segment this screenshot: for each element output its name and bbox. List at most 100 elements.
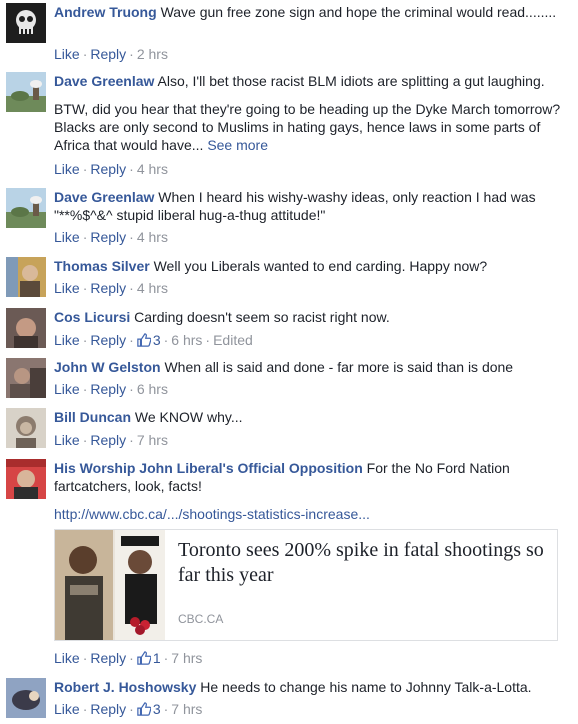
reply-link[interactable]: Reply — [90, 229, 126, 245]
separator: · — [82, 229, 88, 245]
comment-timestamp[interactable]: 7 hrs — [171, 650, 202, 666]
separator: · — [82, 161, 88, 177]
avatar[interactable] — [6, 459, 46, 499]
separator: · — [129, 332, 134, 348]
avatar[interactable] — [6, 257, 46, 297]
comment-actions: Like · Reply · 4 hrs — [54, 279, 168, 297]
comment-timestamp[interactable]: 6 hrs — [137, 381, 168, 397]
separator: · — [82, 332, 88, 348]
reply-link[interactable]: Reply — [90, 161, 126, 177]
separator: · — [82, 381, 88, 397]
comment-actions: Like · Reply · 4 hrs — [54, 228, 168, 246]
comment-timestamp[interactable]: 2 hrs — [137, 46, 168, 62]
comment-body: Dave Greenlaw Also, I'll bet those racis… — [54, 72, 570, 154]
comment-text: Well you Liberals wanted to end carding.… — [153, 258, 488, 274]
link-preview-card[interactable]: Toronto sees 200% spike in fatal shootin… — [54, 529, 558, 641]
comment-body: Thomas Silver Well you Liberals wanted t… — [54, 257, 570, 275]
separator: · — [82, 432, 88, 448]
avatar[interactable] — [6, 308, 46, 348]
comment-body: Robert J. Hoshowsky He needs to change h… — [54, 678, 570, 696]
reply-link[interactable]: Reply — [90, 650, 126, 666]
link-preview-title[interactable]: Toronto sees 200% spike in fatal shootin… — [178, 538, 548, 588]
comment-body: Andrew Truong Wave gun free zone sign an… — [54, 3, 570, 21]
comment-author[interactable]: Andrew Truong — [54, 4, 157, 20]
comment-actions: Like · Reply · 3 · 7 hrs — [54, 700, 202, 718]
separator: · — [82, 280, 88, 296]
reply-link[interactable]: Reply — [90, 432, 126, 448]
like-link[interactable]: Like — [54, 280, 80, 296]
reply-link[interactable]: Reply — [90, 46, 126, 62]
comment-body: Cos Licursi Carding doesn't seem so raci… — [54, 308, 570, 326]
avatar[interactable] — [6, 188, 46, 228]
comment-timestamp[interactable]: 7 hrs — [137, 432, 168, 448]
comment-timestamp[interactable]: 4 hrs — [137, 280, 168, 296]
separator: · — [205, 332, 211, 348]
shared-link-url[interactable]: http://www.cbc.ca/.../shootings-statisti… — [54, 506, 370, 522]
link-preview-image — [55, 530, 165, 640]
comment-author[interactable]: Cos Licursi — [54, 309, 130, 325]
like-link[interactable]: Like — [54, 229, 80, 245]
thumbs-up-icon — [137, 702, 151, 716]
comment-body: Bill Duncan We KNOW why... — [54, 408, 570, 426]
comment-author[interactable]: Dave Greenlaw — [54, 73, 154, 89]
separator: · — [163, 332, 169, 348]
like-link[interactable]: Like — [54, 381, 80, 397]
separator: · — [163, 701, 169, 717]
comment-author[interactable]: John W Gelston — [54, 359, 161, 375]
comment-author[interactable]: His Worship John Liberal's Official Oppo… — [54, 460, 363, 476]
separator: · — [129, 229, 134, 245]
separator: · — [163, 650, 169, 666]
avatar[interactable] — [6, 408, 46, 448]
like-link[interactable]: Like — [54, 650, 80, 666]
reply-link[interactable]: Reply — [90, 332, 126, 348]
like-count[interactable]: 3 — [137, 701, 161, 717]
separator: · — [82, 46, 88, 62]
avatar[interactable] — [6, 678, 46, 718]
comment-body: His Worship John Liberal's Official Oppo… — [54, 459, 570, 495]
comment-author[interactable]: Dave Greenlaw — [54, 189, 154, 205]
link-preview-source: CBC.CA — [178, 612, 224, 626]
comment-author[interactable]: Thomas Silver — [54, 258, 150, 274]
comment-author[interactable]: Robert J. Hoshowsky — [54, 679, 196, 695]
reply-link[interactable]: Reply — [90, 381, 126, 397]
reply-link[interactable]: Reply — [90, 280, 126, 296]
comment-author[interactable]: Bill Duncan — [54, 409, 131, 425]
like-count-value: 1 — [152, 650, 161, 666]
reply-link[interactable]: Reply — [90, 701, 126, 717]
comment-text: We KNOW why... — [134, 409, 243, 425]
comment-actions: Like · Reply · 2 hrs — [54, 45, 168, 63]
like-count-value: 3 — [152, 332, 161, 348]
thumbs-up-icon — [137, 333, 151, 347]
comment-timestamp[interactable]: 6 hrs — [171, 332, 202, 348]
like-link[interactable]: Like — [54, 432, 80, 448]
like-link[interactable]: Like — [54, 332, 80, 348]
comment-body: John W Gelston When all is said and done… — [54, 358, 570, 376]
comment-actions: Like · Reply · 1 · 7 hrs — [54, 649, 202, 667]
edited-label[interactable]: Edited — [213, 332, 253, 348]
like-link[interactable]: Like — [54, 46, 80, 62]
thumbs-up-icon — [137, 651, 151, 665]
separator: · — [129, 650, 134, 666]
separator: · — [129, 280, 134, 296]
like-count-value: 3 — [152, 701, 161, 717]
comment-text: Carding doesn't seem so racist right now… — [134, 309, 390, 325]
comment-body: Dave Greenlaw When I heard his wishy-was… — [54, 188, 570, 224]
separator: · — [82, 701, 88, 717]
comment-actions: Like · Reply · 4 hrs — [54, 160, 168, 178]
like-count[interactable]: 1 — [137, 650, 161, 666]
comment-feed: Andrew Truong Wave gun free zone sign an… — [0, 0, 578, 724]
like-link[interactable]: Like — [54, 161, 80, 177]
avatar[interactable] — [6, 358, 46, 398]
avatar[interactable] — [6, 72, 46, 112]
see-more-link[interactable]: See more — [207, 137, 268, 153]
comment-actions: Like · Reply · 7 hrs — [54, 431, 168, 449]
comment-text-2: BTW, did you hear that they're going to … — [54, 101, 561, 153]
avatar[interactable] — [6, 3, 46, 43]
comment-text: Wave gun free zone sign and hope the cri… — [160, 4, 557, 20]
comment-timestamp[interactable]: 4 hrs — [137, 229, 168, 245]
like-link[interactable]: Like — [54, 701, 80, 717]
like-count[interactable]: 3 — [137, 332, 161, 348]
comment-timestamp[interactable]: 4 hrs — [137, 161, 168, 177]
comment-timestamp[interactable]: 7 hrs — [171, 701, 202, 717]
comment-text: He needs to change his name to Johnny Ta… — [200, 679, 532, 695]
